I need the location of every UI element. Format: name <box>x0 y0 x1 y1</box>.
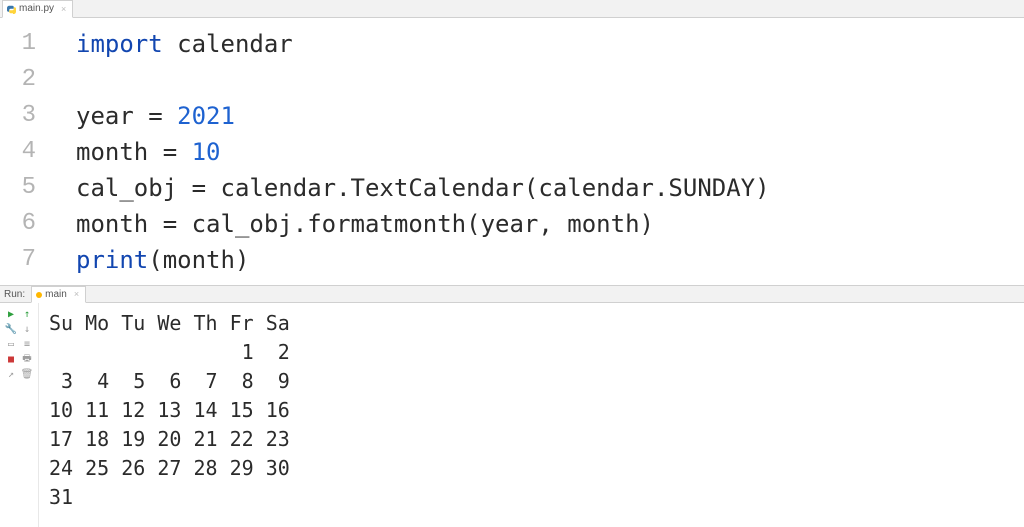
overline-icon[interactable]: ▭ <box>6 339 17 350</box>
stop-icon[interactable]: ■ <box>6 354 17 365</box>
play-icon[interactable]: ▶ <box>6 309 17 320</box>
console-output[interactable]: Su Mo Tu We Th Fr Sa 1 2 3 4 5 6 7 8 9 1… <box>39 303 1024 527</box>
python-file-icon <box>7 5 16 14</box>
doublebar-icon[interactable]: ≡ <box>22 339 33 350</box>
run-tab-main[interactable]: main × <box>31 286 86 303</box>
run-status-icon <box>36 292 42 298</box>
line-number: 4 <box>0 134 48 170</box>
line-number: 5 <box>0 170 48 206</box>
file-tab-label: main.py <box>19 2 54 16</box>
print-icon[interactable]: 🖶 <box>22 354 33 365</box>
run-tab-label: main <box>45 288 67 301</box>
code-line[interactable]: import calendar <box>76 26 1024 62</box>
close-icon[interactable]: × <box>61 2 66 16</box>
close-icon[interactable]: × <box>74 288 79 301</box>
run-toolwindow-header: Run: main × <box>0 285 1024 303</box>
trash-icon[interactable]: 🗑 <box>22 369 33 380</box>
run-toolwindow-body: ▶ ↑ 🔧 ↓ ▭ ≡ ■ 🖶 ↗ 🗑 Su Mo Tu We Th Fr Sa… <box>0 303 1024 527</box>
line-number: 3 <box>0 98 48 134</box>
code-line[interactable]: year = 2021 <box>76 98 1024 134</box>
line-number: 1 <box>0 26 48 62</box>
code-line[interactable] <box>76 62 1024 98</box>
run-label: Run: <box>0 289 31 300</box>
down-arrow-icon[interactable]: ↓ <box>22 324 33 335</box>
line-number-gutter: 1234567 <box>0 18 48 285</box>
code-line[interactable]: print(month) <box>76 242 1024 278</box>
wrench-icon[interactable]: 🔧 <box>6 324 17 335</box>
code-line[interactable]: month = 10 <box>76 134 1024 170</box>
code-line[interactable]: cal_obj = calendar.TextCalendar(calendar… <box>76 170 1024 206</box>
line-number: 2 <box>0 62 48 98</box>
editor-tab-strip: main.py × <box>0 0 1024 18</box>
file-tab-main-py[interactable]: main.py × <box>2 0 73 18</box>
code-area[interactable]: import calendar year = 2021month = 10cal… <box>48 18 1024 285</box>
code-editor[interactable]: 1234567 import calendar year = 2021month… <box>0 18 1024 285</box>
export-icon[interactable]: ↗ <box>6 369 17 380</box>
up-arrow-icon[interactable]: ↑ <box>22 309 33 320</box>
line-number: 7 <box>0 242 48 278</box>
line-number: 6 <box>0 206 48 242</box>
code-line[interactable]: month = cal_obj.formatmonth(year, month) <box>76 206 1024 242</box>
run-gutter: ▶ ↑ 🔧 ↓ ▭ ≡ ■ 🖶 ↗ 🗑 <box>0 303 39 527</box>
